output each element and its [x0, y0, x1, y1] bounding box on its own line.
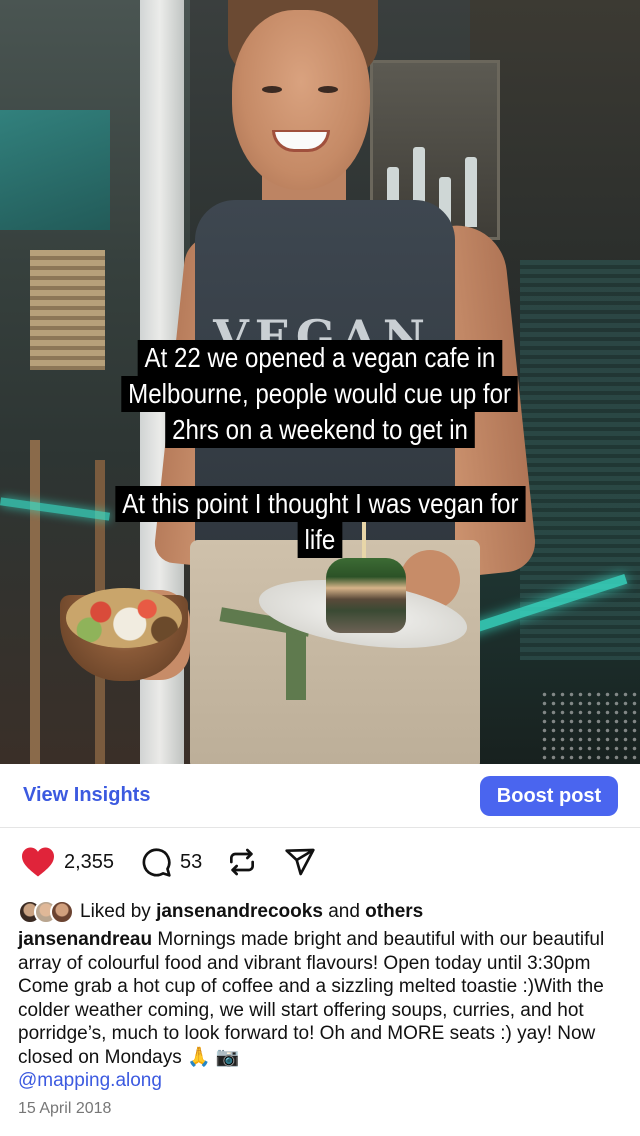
- comment-action[interactable]: 53: [140, 840, 202, 884]
- comment-icon[interactable]: [140, 846, 172, 878]
- view-insights-link[interactable]: View Insights: [23, 784, 150, 807]
- caption-username[interactable]: jansenandreau: [18, 929, 152, 950]
- like-action[interactable]: 2,355: [20, 840, 114, 884]
- vegan-burger: [326, 558, 406, 633]
- story-text-overlay-2: At this point I thought I was vegan for …: [0, 486, 640, 558]
- post-caption: jansenandreau Mornings made bright and b…: [18, 928, 628, 1093]
- heart-icon[interactable]: [20, 846, 56, 878]
- story-text-overlay-1: At 22 we opened a vegan cafe in Melbourn…: [0, 340, 640, 448]
- post-date: 15 April 2018: [18, 1100, 112, 1117]
- eye: [262, 86, 282, 93]
- caption-mention[interactable]: @mapping.along: [18, 1070, 162, 1091]
- boost-post-button[interactable]: Boost post: [480, 776, 618, 816]
- overlay-text-line: 2hrs on a weekend to get in: [165, 412, 475, 448]
- smoothie-bowl-toppings: [66, 588, 182, 648]
- cafe-window: [0, 110, 110, 230]
- liked-by-username[interactable]: jansenandrecooks: [156, 901, 323, 923]
- overlay-text-line: life: [297, 522, 343, 558]
- action-row: 2,355 53: [0, 840, 640, 886]
- liked-by-and: and: [328, 901, 360, 922]
- repost-action[interactable]: [226, 840, 258, 884]
- liked-by[interactable]: Liked by jansenandrecooks and others: [18, 898, 423, 926]
- overlay-text-line: At this point I thought I was vegan for: [115, 486, 525, 522]
- like-count: 2,355: [64, 850, 115, 873]
- eye: [318, 86, 338, 93]
- liked-by-prefix: Liked by: [80, 901, 151, 922]
- share-icon[interactable]: [284, 846, 316, 878]
- overlay-text-line: At 22 we opened a vegan cafe in: [137, 340, 503, 376]
- share-action[interactable]: [284, 840, 316, 884]
- liked-by-others[interactable]: others: [365, 901, 423, 923]
- smile: [272, 130, 330, 152]
- liker-avatars: [18, 900, 74, 924]
- avatar: [50, 900, 74, 924]
- floor-mat: [540, 690, 640, 764]
- repost-icon[interactable]: [226, 846, 258, 878]
- overlay-text-line: Melbourne, people would cue up for: [121, 376, 519, 412]
- post-photo[interactable]: VEGAN At 22 we opened a vegan cafe in Me…: [0, 0, 640, 764]
- person-face: [232, 10, 370, 190]
- counter-panel: [520, 260, 640, 660]
- comment-count: 53: [180, 850, 203, 873]
